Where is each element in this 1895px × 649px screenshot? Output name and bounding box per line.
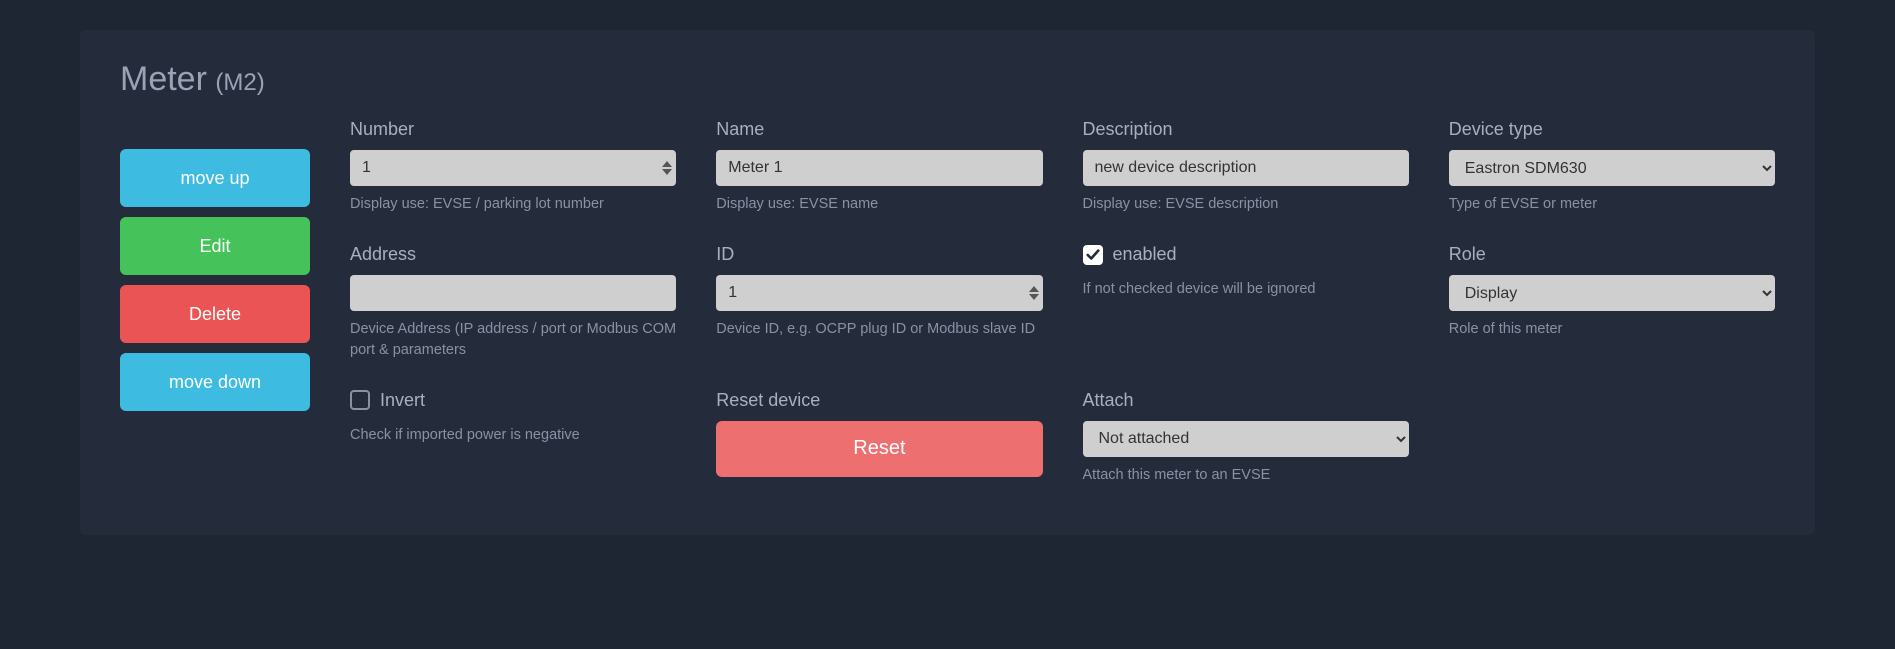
- field-enabled: enabled If not checked device will be ig…: [1083, 244, 1409, 360]
- invert-help: Check if imported power is negative: [350, 425, 676, 445]
- field-number: Number Display use: EVSE / parking lot n…: [350, 119, 676, 214]
- role-help: Role of this meter: [1449, 319, 1775, 339]
- id-spinner[interactable]: [1029, 286, 1039, 300]
- enabled-label: enabled: [1113, 244, 1177, 265]
- description-help: Display use: EVSE description: [1083, 194, 1409, 214]
- address-help: Device Address (IP address / port or Mod…: [350, 319, 676, 360]
- field-description: Description Display use: EVSE descriptio…: [1083, 119, 1409, 214]
- description-input[interactable]: [1083, 150, 1409, 186]
- chevron-up-icon[interactable]: [662, 161, 672, 167]
- attach-help: Attach this meter to an EVSE: [1083, 465, 1409, 485]
- field-attach: Attach Not attached Attach this meter to…: [1083, 390, 1409, 485]
- chevron-up-icon[interactable]: [1029, 286, 1039, 292]
- field-id: ID Device ID, e.g. OCPP plug ID or Modbu…: [716, 244, 1042, 360]
- enabled-help: If not checked device will be ignored: [1083, 279, 1409, 299]
- invert-label: Invert: [380, 390, 425, 411]
- field-device-type: Device type Eastron SDM630 Type of EVSE …: [1449, 119, 1775, 214]
- field-role: Role Display Role of this meter: [1449, 244, 1775, 360]
- edit-button[interactable]: Edit: [120, 217, 310, 275]
- number-spinner[interactable]: [662, 161, 672, 175]
- move-up-button[interactable]: move up: [120, 149, 310, 207]
- number-help: Display use: EVSE / parking lot number: [350, 194, 676, 214]
- enabled-checkbox[interactable]: [1083, 245, 1103, 265]
- name-help: Display use: EVSE name: [716, 194, 1042, 214]
- reset-button[interactable]: Reset: [716, 421, 1042, 477]
- invert-checkbox[interactable]: [350, 390, 370, 410]
- address-label: Address: [350, 244, 676, 265]
- reset-label: Reset device: [716, 390, 1042, 411]
- chevron-down-icon[interactable]: [1029, 294, 1039, 300]
- field-reset: Reset device Reset: [716, 390, 1042, 485]
- move-down-button[interactable]: move down: [120, 353, 310, 411]
- role-label: Role: [1449, 244, 1775, 265]
- title-sub: (M2): [215, 69, 264, 96]
- name-label: Name: [716, 119, 1042, 140]
- action-sidebar: move up Edit Delete move down: [120, 119, 310, 485]
- role-select[interactable]: Display: [1449, 275, 1775, 311]
- device-type-label: Device type: [1449, 119, 1775, 140]
- field-address: Address Device Address (IP address / por…: [350, 244, 676, 360]
- delete-button[interactable]: Delete: [120, 285, 310, 343]
- device-type-help: Type of EVSE or meter: [1449, 194, 1775, 214]
- id-help: Device ID, e.g. OCPP plug ID or Modbus s…: [716, 319, 1042, 339]
- id-label: ID: [716, 244, 1042, 265]
- card-title: Meter (M2): [120, 60, 1775, 99]
- number-label: Number: [350, 119, 676, 140]
- field-name: Name Display use: EVSE name: [716, 119, 1042, 214]
- description-label: Description: [1083, 119, 1409, 140]
- attach-select[interactable]: Not attached: [1083, 421, 1409, 457]
- id-input[interactable]: [716, 275, 1042, 311]
- check-icon: [1086, 248, 1100, 262]
- device-type-select[interactable]: Eastron SDM630: [1449, 150, 1775, 186]
- number-input[interactable]: [350, 150, 676, 186]
- chevron-down-icon[interactable]: [662, 169, 672, 175]
- title-main: Meter: [120, 60, 207, 98]
- meter-settings-card: Meter (M2) move up Edit Delete move down…: [80, 30, 1815, 535]
- address-input[interactable]: [350, 275, 676, 311]
- attach-label: Attach: [1083, 390, 1409, 411]
- field-invert: Invert Check if imported power is negati…: [350, 390, 676, 485]
- name-input[interactable]: [716, 150, 1042, 186]
